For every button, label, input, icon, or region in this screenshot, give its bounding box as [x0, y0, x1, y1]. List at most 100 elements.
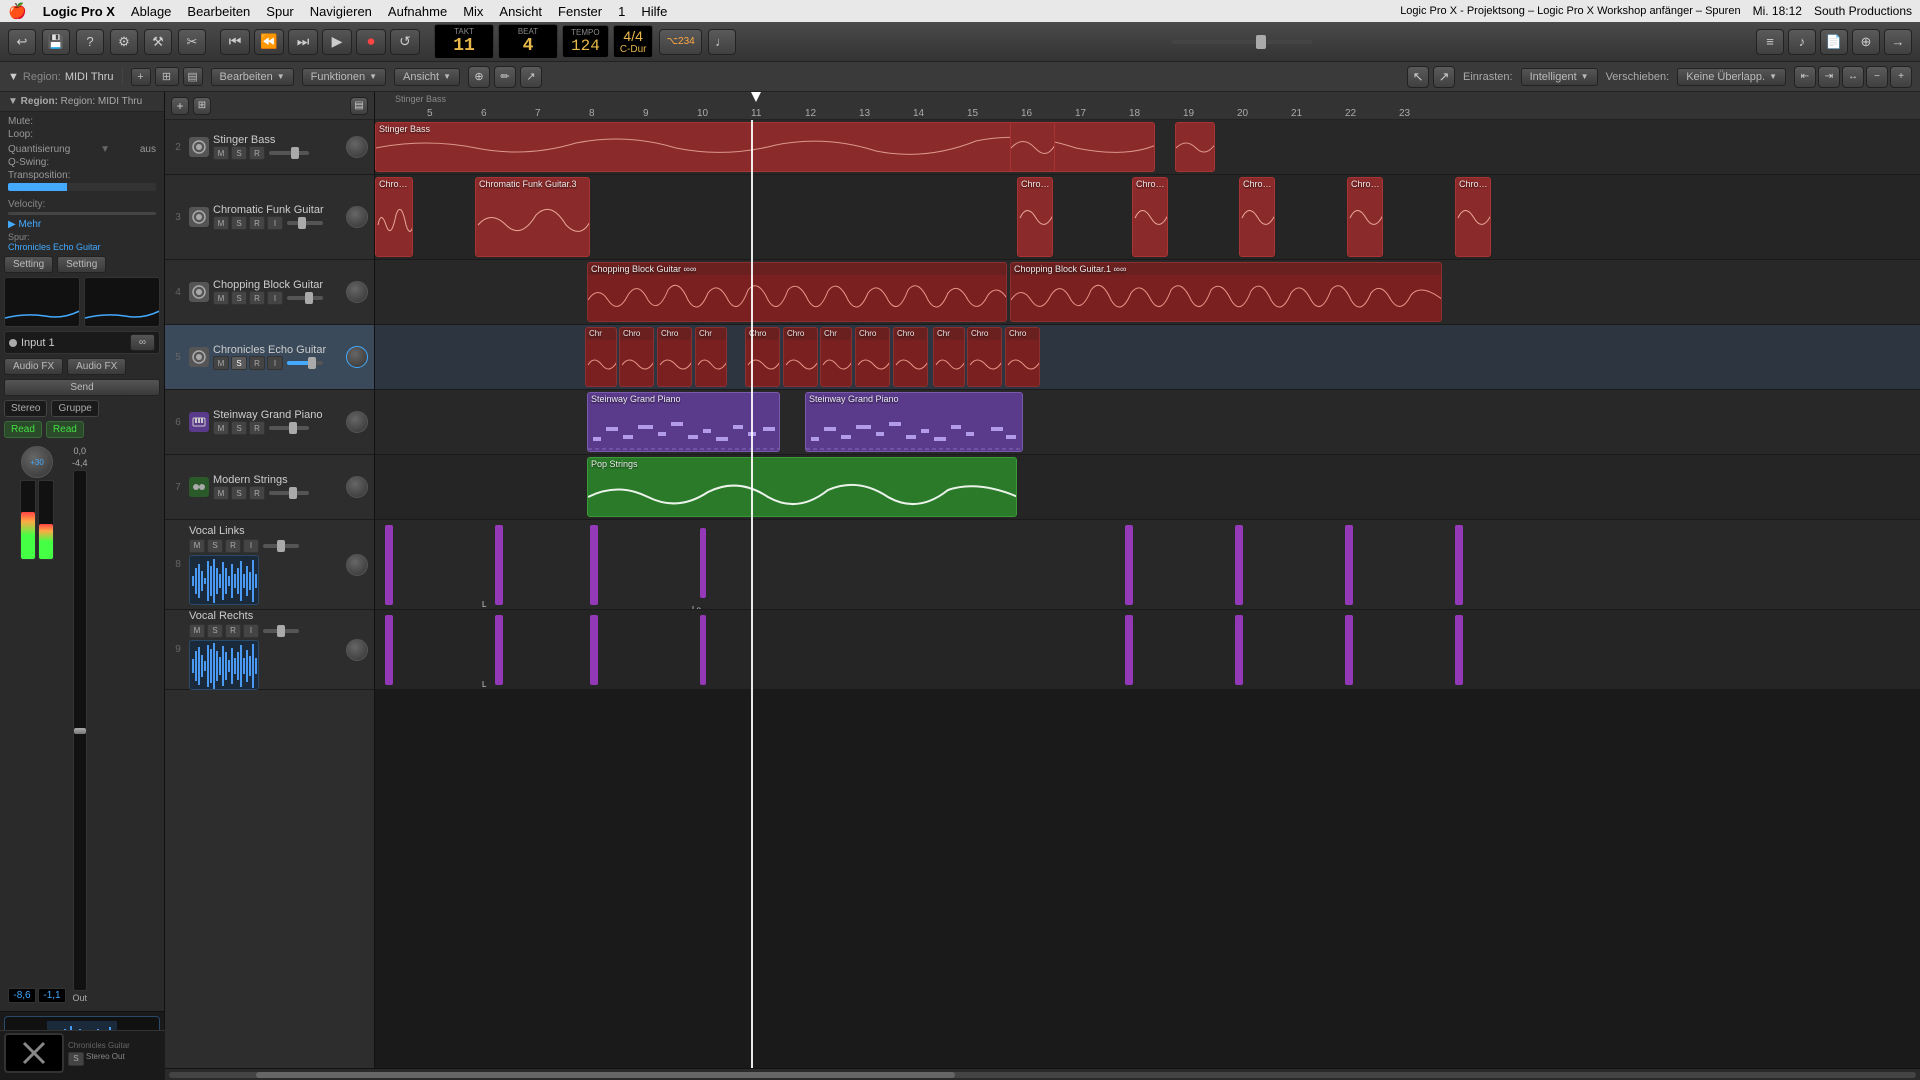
vol-thumb-4[interactable] [305, 292, 313, 304]
clip-chromatic-3[interactable]: Chromatic [1017, 177, 1053, 257]
rec-8[interactable]: R [225, 539, 241, 553]
mute-5[interactable]: M [213, 356, 229, 370]
menu-navigieren[interactable]: Navigieren [310, 4, 372, 19]
mute-9[interactable]: M [189, 624, 205, 638]
track-row-vocal-links[interactable]: 8 Vocal Links M S R I [165, 520, 374, 610]
cursor-button[interactable]: ↖ [1407, 66, 1429, 88]
input-8[interactable]: I [243, 539, 259, 553]
clip-chromatic-4[interactable]: Chromatic [1132, 177, 1168, 257]
solo-7[interactable]: S [231, 486, 247, 500]
vocal-clip-9-4[interactable]: Lo [700, 615, 706, 685]
toolbar-cut-button[interactable]: ✂ [178, 29, 206, 55]
right-arrow-button[interactable]: → [1884, 29, 1912, 55]
send-button[interactable]: Send [4, 379, 160, 396]
piano-button[interactable]: ♪ [1788, 29, 1816, 55]
beat-display[interactable]: BEAT 4 [498, 24, 558, 59]
arrow-tool[interactable]: ↗ [520, 66, 542, 88]
track-col-button[interactable]: ▤ [350, 97, 368, 115]
read-button2[interactable]: Read [46, 421, 84, 438]
clip-chr-11[interactable]: Chro [967, 327, 1002, 387]
bearbeiten-button[interactable]: Bearbeiten ▼ [211, 68, 294, 86]
solo-6[interactable]: S [231, 421, 247, 435]
vocal-clip-9-3[interactable] [590, 615, 598, 685]
menu-ablage[interactable]: Ablage [131, 4, 171, 19]
mute-8[interactable]: M [189, 539, 205, 553]
clip-chromatic-2[interactable]: Chromatic Funk Guitar.3 [475, 177, 590, 257]
minus-button[interactable]: − [1866, 66, 1888, 88]
eq-display2[interactable] [84, 277, 160, 327]
rec-6[interactable]: R [249, 421, 265, 435]
menu-spur[interactable]: Spur [266, 4, 293, 19]
setting-button1[interactable]: Setting [4, 256, 53, 273]
vocal-clip-9-8[interactable] [1455, 615, 1463, 685]
input-9[interactable]: I [243, 624, 259, 638]
align-left-button[interactable]: ⇤ [1794, 66, 1816, 88]
vocal-clip-8-6[interactable] [1235, 525, 1243, 605]
vol-8[interactable] [263, 544, 299, 548]
vocal-clip-8-3[interactable] [590, 525, 598, 605]
hscroll-thumb[interactable] [256, 1072, 955, 1078]
x-button-display[interactable] [4, 1033, 64, 1073]
fader-knob[interactable] [74, 728, 86, 734]
vol-7[interactable] [269, 491, 309, 495]
add-track-button[interactable]: + [131, 68, 151, 86]
track-knob-6[interactable] [346, 411, 368, 433]
vocal-clip-9-5[interactable] [1125, 615, 1133, 685]
clip-chromatic-6[interactable]: Chromatic F [1347, 177, 1383, 257]
menu-aufnahme[interactable]: Aufnahme [388, 4, 447, 19]
clip-chr-3[interactable]: Chro [657, 327, 692, 387]
mute-2[interactable]: M [213, 146, 229, 160]
play-button[interactable]: ▶ [322, 29, 352, 55]
rec-7[interactable]: R [249, 486, 265, 500]
setting-button2[interactable]: Setting [57, 256, 106, 273]
vol-thumb-2[interactable] [291, 147, 299, 159]
menu-bearbeiten[interactable]: Bearbeiten [187, 4, 250, 19]
clip-chr-8[interactable]: Chro [855, 327, 890, 387]
hscrollbar[interactable] [165, 1068, 1920, 1080]
menu-ansicht[interactable]: Ansicht [499, 4, 542, 19]
mute-7[interactable]: M [213, 486, 229, 500]
clip-pop-strings[interactable]: Pop Strings [587, 457, 1017, 517]
zoom-tool[interactable]: ⊕ [468, 66, 490, 88]
track-knob-7[interactable] [346, 476, 368, 498]
input-selector[interactable]: Input 1 ∞ [4, 331, 160, 354]
track-add-button[interactable]: + [171, 97, 189, 115]
clip-chr-2[interactable]: Chro [619, 327, 654, 387]
solo-8[interactable]: S [207, 539, 223, 553]
track-knob-9[interactable] [346, 639, 368, 661]
input-4[interactable]: I [267, 291, 283, 305]
rec-4[interactable]: R [249, 291, 265, 305]
region-button[interactable]: ▤ [183, 67, 203, 86]
menu-1[interactable]: 1 [618, 4, 625, 19]
menu-fenster[interactable]: Fenster [558, 4, 602, 19]
mute-4[interactable]: M [213, 291, 229, 305]
loops-button[interactable]: ⊞ [155, 67, 179, 86]
track-knob-5[interactable] [346, 346, 368, 368]
clip-chromatic-5[interactable]: Chromatic F [1239, 177, 1275, 257]
gruppe-button[interactable]: Gruppe [51, 400, 98, 417]
loop-browser-button[interactable]: ⊕ [1852, 29, 1880, 55]
input-3[interactable]: I [267, 216, 283, 230]
solo-4[interactable]: S [231, 291, 247, 305]
align-right-button[interactable]: ⇥ [1818, 66, 1840, 88]
menu-mix[interactable]: Mix [463, 4, 483, 19]
master-volume-thumb[interactable] [1256, 35, 1266, 49]
track-row-chopping[interactable]: 4 Chopping Block Guitar M S R [165, 260, 374, 325]
track-row-steinway[interactable]: 6 Steinway Grand Piano M S [165, 390, 374, 455]
transposition-slider[interactable] [8, 183, 156, 191]
clip-chr-9[interactable]: Chro [893, 327, 928, 387]
region-arrow[interactable]: ▼ [8, 71, 19, 83]
vol-thumb-3[interactable] [298, 217, 306, 229]
read-button1[interactable]: Read [4, 421, 42, 438]
clip-chr-7[interactable]: Chr [820, 327, 852, 387]
tuner-button[interactable]: ♩ [708, 29, 736, 55]
vol-9[interactable] [263, 629, 299, 633]
track-row-modern-strings[interactable]: 7 Modern Strings M S R [165, 455, 374, 520]
vocal-clip-9-1[interactable] [385, 615, 393, 685]
rec-2[interactable]: R [249, 146, 265, 160]
vol-2[interactable] [269, 151, 309, 155]
mixer-button[interactable]: ≡ [1756, 29, 1784, 55]
vocal-clip-8-8[interactable] [1455, 525, 1463, 605]
solo-9[interactable]: S [207, 624, 223, 638]
link-button[interactable]: ∞ [130, 334, 155, 351]
